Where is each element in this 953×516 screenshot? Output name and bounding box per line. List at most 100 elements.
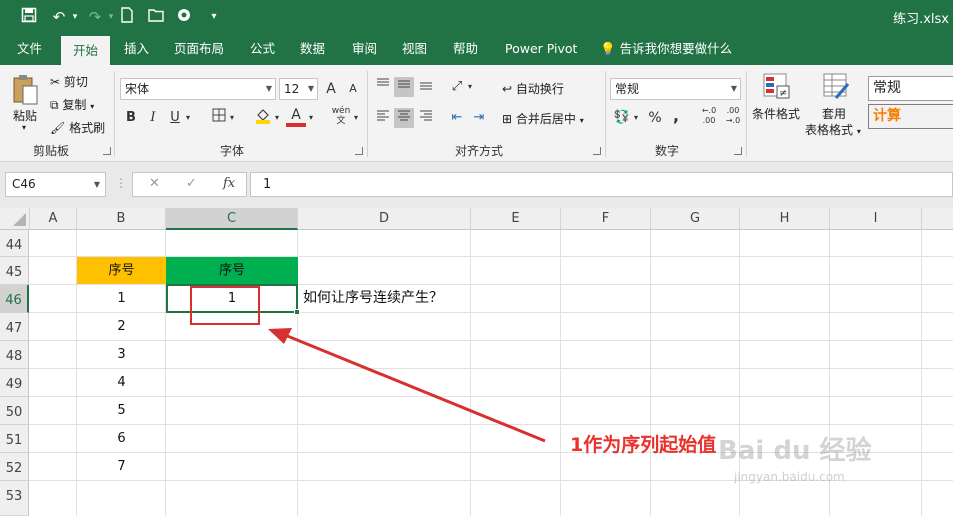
formula-buttons: ✕ ✓ fx — [132, 172, 247, 197]
svg-text:≠: ≠ — [779, 88, 787, 99]
alignment-launcher-icon[interactable] — [593, 147, 601, 155]
cut-button[interactable]: ✂ 剪切 — [50, 73, 88, 90]
cut-label: 剪切 — [63, 75, 88, 89]
format-as-table-icon[interactable] — [822, 72, 850, 103]
copy-dropdown-icon[interactable]: ▾ — [90, 102, 94, 111]
fill-color-icon[interactable] — [253, 106, 273, 126]
customize-toolbar-icon[interactable]: ▾ — [203, 7, 225, 27]
align-bottom-icon[interactable] — [416, 77, 436, 97]
lightbulb-icon: 💡 — [600, 41, 616, 56]
increase-indent-icon[interactable]: ⇥ — [469, 108, 489, 128]
number-format-combo[interactable]: 常规 ▼ — [610, 78, 741, 100]
conditional-format-button[interactable]: 条件格式 — [752, 105, 800, 122]
chevron-down-icon: ▼ — [730, 84, 737, 93]
cancel-icon[interactable]: ✕ — [149, 176, 160, 191]
phonetic-glyph: 文 — [336, 116, 346, 126]
borders-dropdown-icon[interactable]: ▾ — [226, 108, 238, 128]
new-file-icon[interactable] — [116, 7, 138, 27]
conditional-format-icon[interactable]: ≠ — [762, 72, 790, 103]
tell-me-label: 告诉我你想要做什么 — [619, 41, 733, 56]
enter-icon[interactable]: ✓ — [186, 176, 197, 191]
merge-center-button[interactable]: ⊞ 合并后居中 ▾ — [502, 110, 584, 127]
percent-icon[interactable]: % — [645, 108, 665, 128]
tab-formulas[interactable]: 公式 — [250, 34, 275, 65]
paste-dropdown-icon[interactable]: ▾ — [22, 123, 26, 132]
font-name-combo[interactable]: 宋体 ▼ — [120, 78, 276, 100]
align-right-icon[interactable] — [416, 108, 436, 128]
format-painter-button[interactable]: 🖌 格式刷 — [50, 119, 105, 136]
style-calculation[interactable]: 计算 — [868, 104, 953, 129]
tab-view[interactable]: 视图 — [402, 34, 427, 65]
font-color-icon[interactable]: A — [286, 105, 306, 127]
alignment-group-label: 对齐方式 — [455, 144, 504, 158]
annotation-text: 1作为序列起始值 — [570, 434, 717, 456]
fill-color-dropdown-icon[interactable]: ▾ — [271, 108, 283, 128]
align-middle-icon[interactable] — [394, 77, 414, 97]
format-as-table-line1[interactable]: 套用 — [822, 105, 846, 122]
number-group-label: 数字 — [655, 144, 680, 158]
format-painter-label: 格式刷 — [69, 121, 106, 135]
font-launcher-icon[interactable] — [355, 147, 363, 155]
format-as-table-line2: 表格格式 — [805, 123, 854, 137]
decrease-decimal-icon[interactable]: .00 →.0 — [720, 106, 746, 126]
wrap-text-icon: ↩ — [502, 82, 513, 96]
clipboard-launcher-icon[interactable] — [103, 147, 111, 155]
save-icon[interactable] — [18, 7, 40, 27]
formula-bar-divider-icon: ⋮ — [115, 176, 127, 190]
tab-review[interactable]: 审阅 — [352, 34, 377, 65]
worksheet-grid[interactable]: A B C D E F G H I 44 45 46 47 48 49 50 5… — [0, 208, 953, 516]
tab-home[interactable]: 开始 — [61, 34, 111, 65]
comma-icon[interactable]: , — [666, 106, 686, 126]
wrap-text-button[interactable]: ↩ 自动换行 — [502, 80, 564, 97]
baidu-watermark: Bai du 经验 — [718, 436, 872, 466]
orientation-dropdown-icon[interactable]: ▾ — [464, 77, 476, 97]
increase-decimal-icon[interactable]: ←.0 .00 — [696, 106, 722, 126]
paste-button[interactable]: 粘贴 — [13, 107, 37, 124]
scissors-icon: ✂ — [50, 75, 61, 89]
window-title: 练习.xlsx — [893, 12, 949, 27]
italic-button[interactable]: I — [143, 108, 163, 128]
baidu-watermark-url: jingyan.baidu.com — [734, 470, 845, 484]
tell-me-search[interactable]: 💡 告诉我你想要做什么 — [600, 34, 732, 65]
chevron-down-icon: ▾ — [856, 127, 861, 136]
underline-dropdown-icon[interactable]: ▾ — [182, 108, 194, 128]
merge-icon: ⊞ — [502, 112, 513, 126]
excel-window: ↶ ▾ ↷ ▾ ▾ 练习.xlsx 文件 开始 插入 页面布局 公式 数据 审阅… — [0, 0, 953, 516]
tab-page-layout[interactable]: 页面布局 — [174, 34, 224, 65]
align-top-icon[interactable] — [373, 77, 393, 97]
font-color-dropdown-icon[interactable]: ▾ — [305, 108, 317, 128]
clipboard-group-label: 剪贴板 — [33, 144, 70, 158]
align-center-icon[interactable] — [394, 108, 414, 128]
font-size-combo[interactable]: 12 ▼ — [279, 78, 318, 100]
currency-icon[interactable]: 💱 — [612, 108, 632, 128]
format-as-table-button[interactable]: 表格格式 ▾ — [805, 121, 861, 138]
undo-dropdown-icon[interactable]: ▾ — [64, 7, 86, 27]
open-folder-icon[interactable] — [145, 7, 167, 27]
tab-help[interactable]: 帮助 — [453, 34, 478, 65]
tab-file[interactable]: 文件 — [17, 34, 42, 65]
insert-function-icon[interactable]: fx — [223, 176, 235, 191]
tab-data[interactable]: 数据 — [300, 34, 325, 65]
copy-button[interactable]: ⧉ 复制 ▾ — [50, 96, 94, 113]
name-box-value: C46 — [12, 177, 36, 191]
formula-input[interactable]: 1 — [250, 172, 953, 197]
wrap-text-label: 自动换行 — [515, 82, 564, 96]
name-box[interactable]: C46 ▼ — [5, 172, 106, 197]
style-normal[interactable]: 常规 — [868, 76, 953, 101]
touch-mode-icon[interactable] — [174, 7, 196, 27]
shrink-font-icon[interactable]: A — [343, 79, 363, 99]
grow-font-icon[interactable]: A — [321, 79, 341, 99]
chevron-down-icon: ▾ — [579, 116, 584, 125]
currency-dropdown-icon[interactable]: ▾ — [630, 108, 642, 128]
ribbon-home: 粘贴 ▾ ✂ 剪切 ⧉ 复制 ▾ 🖌 格式刷 剪贴板 宋体 ▼ 12 ▼ A A B… — [0, 65, 953, 162]
tab-insert[interactable]: 插入 — [124, 34, 149, 65]
tab-power-pivot[interactable]: Power Pivot — [505, 34, 577, 65]
number-launcher-icon[interactable] — [734, 147, 742, 155]
phonetic-dropdown-icon[interactable]: ▾ — [350, 108, 362, 128]
font-group-label: 字体 — [220, 144, 245, 158]
phonetic-icon[interactable]: wén 文 — [330, 106, 352, 126]
paste-icon[interactable] — [10, 73, 40, 111]
bold-button[interactable]: B — [121, 108, 141, 128]
decrease-indent-icon[interactable]: ⇤ — [447, 108, 467, 128]
align-left-icon[interactable] — [373, 108, 393, 128]
